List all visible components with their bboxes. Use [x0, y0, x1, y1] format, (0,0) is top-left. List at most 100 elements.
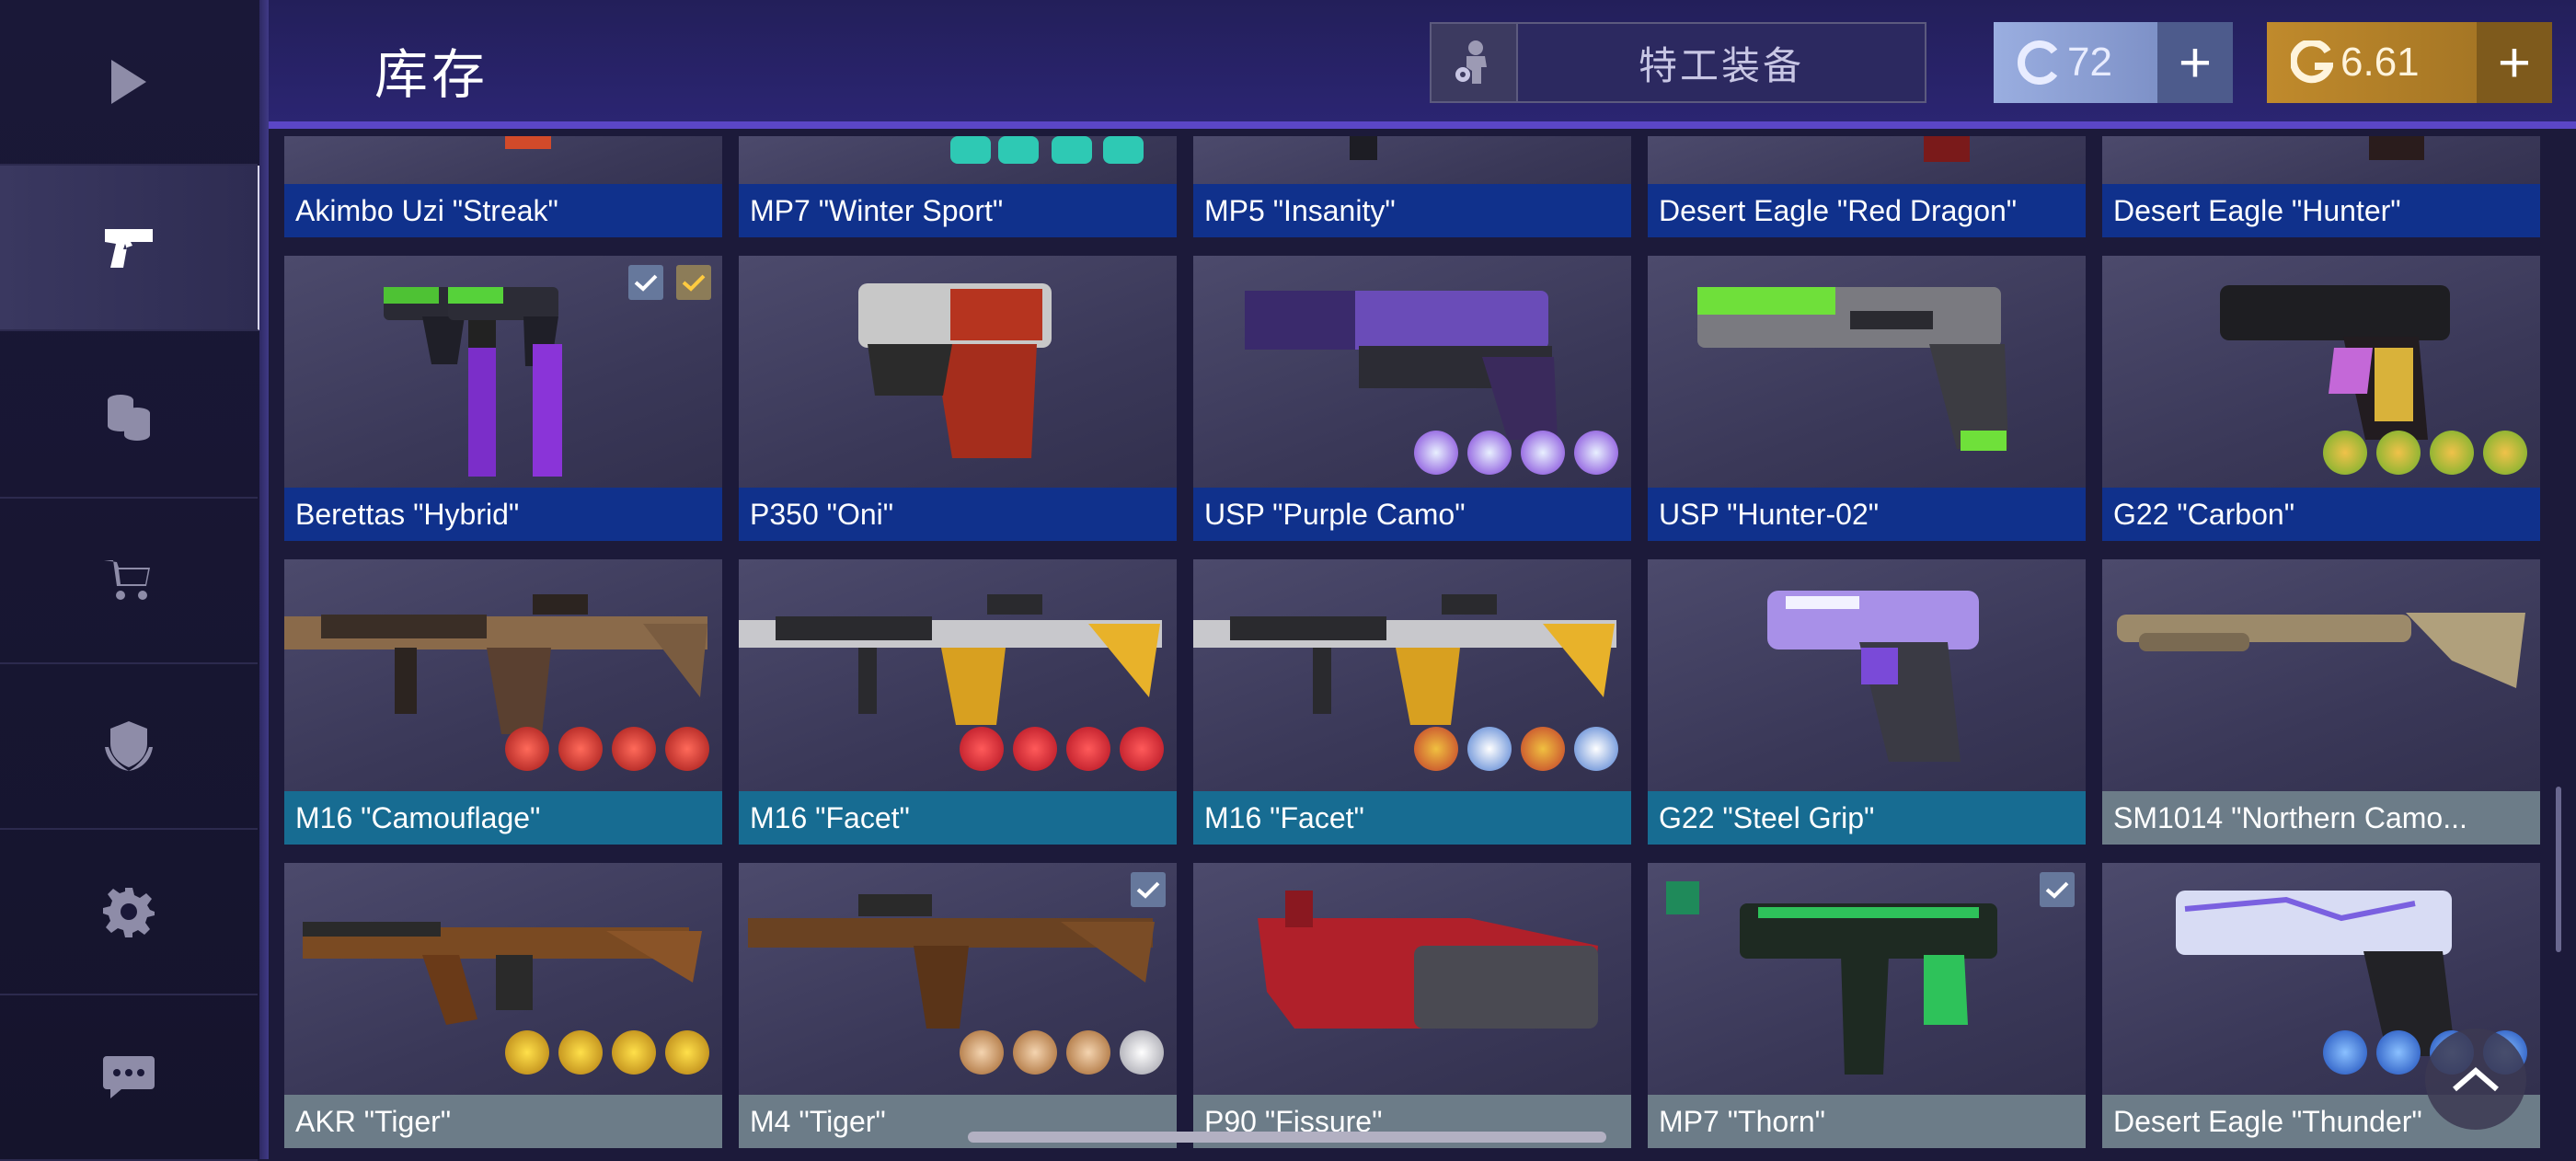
- credits-amount: 72: [2067, 40, 2112, 85]
- weapon-image: [2117, 613, 2525, 688]
- sticker-icon: [1521, 431, 1565, 475]
- sidebar-item-settings[interactable]: [0, 830, 258, 995]
- inventory-item[interactable]: M16 "Facet": [739, 559, 1177, 845]
- inventory-item[interactable]: MP7 "Winter Sport": [739, 136, 1177, 237]
- selected-checkbox[interactable]: [1131, 872, 1166, 907]
- inventory-item[interactable]: MP5 "Insanity": [1193, 136, 1631, 237]
- inventory-item[interactable]: USP "Hunter-02": [1648, 256, 2086, 541]
- sidebar-item-cases[interactable]: [0, 333, 258, 499]
- gold-balance[interactable]: 6.61 +: [2267, 22, 2552, 103]
- credits-balance[interactable]: 72 +: [1994, 22, 2233, 103]
- item-name: SM1014 "Northern Camo...: [2102, 791, 2540, 845]
- sticker-row: [960, 1030, 1164, 1075]
- inventory-item[interactable]: Berettas "Hybrid": [284, 256, 722, 541]
- inventory-item[interactable]: P90 "Fissure": [1193, 863, 1631, 1148]
- sticker-row: [2323, 431, 2527, 475]
- item-name: M16 "Facet": [1193, 791, 1631, 845]
- sticker-row: [505, 1030, 709, 1075]
- item-name: P350 "Oni": [739, 488, 1177, 541]
- sticker-icon: [505, 1030, 549, 1075]
- scroll-to-top-button[interactable]: [2425, 1029, 2526, 1130]
- sticker-icon: [665, 727, 709, 771]
- sticker-icon: [558, 727, 603, 771]
- agent-icon: [1432, 24, 1518, 101]
- weapon-image: [1350, 136, 1377, 160]
- sticker-icon: [558, 1030, 603, 1075]
- gold-amount: 6.61: [2340, 40, 2420, 85]
- weapon-image: [1924, 136, 1970, 162]
- sticker-row: [1414, 727, 1618, 771]
- weapon-image: [1258, 891, 1598, 1029]
- home-indicator[interactable]: [968, 1132, 1606, 1143]
- sidebar-divider: [259, 0, 269, 1159]
- sticker-icon: [960, 727, 1004, 771]
- gold-icon: [2291, 40, 2333, 84]
- inventory-item[interactable]: M16 "Camouflage": [284, 559, 722, 845]
- weapon-image: [1666, 881, 1997, 1075]
- credits-icon: [2018, 40, 2058, 85]
- scrollbar[interactable]: [2556, 787, 2561, 952]
- inventory-item[interactable]: M4 "Tiger": [739, 863, 1177, 1148]
- item-name: MP7 "Winter Sport": [739, 184, 1177, 237]
- add-credits-button[interactable]: +: [2157, 22, 2233, 103]
- sticker-row: [505, 727, 709, 771]
- selected-checkbox[interactable]: [628, 265, 663, 300]
- sidebar-item-play[interactable]: [0, 0, 258, 166]
- inventory-item[interactable]: P350 "Oni": [739, 256, 1177, 541]
- item-name: Desert Eagle "Hunter": [2102, 184, 2540, 237]
- sticker-icon: [2430, 431, 2474, 475]
- sidebar-item-inventory[interactable]: [0, 166, 261, 331]
- sticker-icon: [1467, 431, 1512, 475]
- item-name: M16 "Facet": [739, 791, 1177, 845]
- item-name: USP "Purple Camo": [1193, 488, 1631, 541]
- sticker-icon: [1066, 727, 1110, 771]
- cart-icon: [104, 560, 150, 600]
- favorite-checkbox[interactable]: [676, 265, 711, 300]
- agent-equipment-button[interactable]: 特工装备: [1430, 22, 1926, 103]
- inventory-item[interactable]: USP "Purple Camo": [1193, 256, 1631, 541]
- sticker-icon: [1414, 727, 1458, 771]
- inventory-item[interactable]: Desert Eagle "Hunter": [2102, 136, 2540, 237]
- inventory-grid: Akimbo Uzi "Streak" MP7 "Winter Sport" M…: [269, 136, 2565, 1159]
- pistol-icon: [105, 229, 153, 268]
- add-gold-button[interactable]: +: [2477, 22, 2552, 103]
- inventory-item[interactable]: SM1014 "Northern Camo...: [2102, 559, 2540, 845]
- sticker-icon: [1013, 727, 1057, 771]
- item-name: MP5 "Insanity": [1193, 184, 1631, 237]
- coins-icon: [108, 395, 150, 441]
- sticker-icon: [505, 727, 549, 771]
- chevron-up-icon: [2453, 1067, 2499, 1092]
- inventory-item[interactable]: M16 "Facet": [1193, 559, 1631, 845]
- sticker-row: [960, 727, 1164, 771]
- inventory-item[interactable]: AKR "Tiger": [284, 863, 722, 1148]
- item-name: USP "Hunter-02": [1648, 488, 2086, 541]
- sticker-icon: [665, 1030, 709, 1075]
- sticker-icon: [1120, 1030, 1164, 1075]
- inventory-item[interactable]: G22 "Carbon": [2102, 256, 2540, 541]
- item-name: MP7 "Thorn": [1648, 1095, 2086, 1148]
- sticker-icon: [1574, 431, 1618, 475]
- item-name: G22 "Steel Grip": [1648, 791, 2086, 845]
- item-name: Berettas "Hybrid": [284, 488, 722, 541]
- sticker-icon: [2376, 431, 2421, 475]
- selected-checkbox[interactable]: [2040, 872, 2075, 907]
- weapon-image: [505, 136, 551, 149]
- sticker-row: [1414, 431, 1618, 475]
- sticker-icon: [1574, 727, 1618, 771]
- shield-icon: [105, 721, 153, 771]
- sticker-icon: [2323, 1030, 2367, 1075]
- sticker-icon: [960, 1030, 1004, 1075]
- inventory-item[interactable]: Desert Eagle "Red Dragon": [1648, 136, 2086, 237]
- sidebar-item-market[interactable]: [0, 499, 258, 664]
- sticker-icon: [1467, 727, 1512, 771]
- sidebar-item-clan[interactable]: [0, 664, 258, 830]
- sidebar-item-chat[interactable]: [0, 995, 258, 1161]
- weapon-image: [858, 283, 1052, 458]
- sticker-icon: [2483, 431, 2527, 475]
- inventory-item[interactable]: MP7 "Thorn": [1648, 863, 2086, 1148]
- sticker-icon: [612, 1030, 656, 1075]
- sidebar: [0, 0, 261, 1161]
- inventory-item[interactable]: Akimbo Uzi "Streak": [284, 136, 722, 237]
- inventory-item[interactable]: G22 "Steel Grip": [1648, 559, 2086, 845]
- weapon-image: [2369, 136, 2424, 160]
